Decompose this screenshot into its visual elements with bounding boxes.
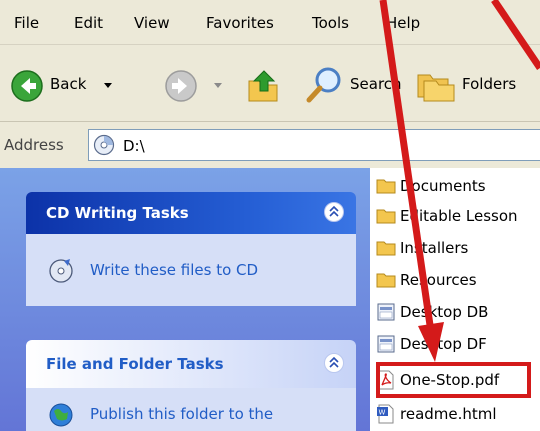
publish-web-icon <box>49 403 73 427</box>
system-file-icon <box>377 303 395 321</box>
address-input[interactable]: D:\ <box>88 129 540 161</box>
search-button[interactable]: Search <box>300 63 402 107</box>
address-value: D:\ <box>123 137 145 155</box>
folders-icon <box>417 74 455 102</box>
file-name: readme.html <box>400 405 497 423</box>
folder-icon <box>376 273 396 288</box>
write-cd-icon <box>49 259 73 283</box>
address-bar: Address D:\ <box>0 122 540 169</box>
file-folder-tasks-body: Publish this folder to the <box>26 388 356 431</box>
toolbar: Back Search Folders <box>0 45 540 122</box>
publish-folder-link[interactable]: Publish this folder to the <box>90 405 273 423</box>
search-label: Search <box>350 75 402 93</box>
folders-button[interactable]: Folders <box>412 63 540 107</box>
back-arrow-icon <box>11 70 43 102</box>
file-folder-tasks-title: File and Folder Tasks <box>46 355 224 373</box>
file-name: Resources <box>400 271 477 289</box>
file-name: Desktop DB <box>400 303 489 321</box>
svg-text:W: W <box>379 409 386 417</box>
cd-drive-icon <box>93 134 115 156</box>
back-button[interactable]: Back <box>4 65 124 105</box>
highlight-box <box>376 362 531 398</box>
file-name: Installers <box>400 239 469 257</box>
menu-file[interactable]: File <box>14 14 39 32</box>
menu-view[interactable]: View <box>134 14 170 32</box>
cd-writing-tasks-title: CD Writing Tasks <box>46 204 189 222</box>
cd-writing-tasks-body: Write these files to CD <box>26 234 356 306</box>
forward-arrow-icon <box>165 70 197 102</box>
file-name: Documents <box>400 177 486 195</box>
folders-label: Folders <box>462 75 517 93</box>
address-label: Address <box>4 136 64 154</box>
menu-edit[interactable]: Edit <box>74 14 103 32</box>
back-label: Back <box>50 75 87 93</box>
menu-favorites[interactable]: Favorites <box>206 14 274 32</box>
collapse-icon[interactable] <box>324 202 344 222</box>
task-pane: CD Writing Tasks Write these files to CD… <box>0 168 370 431</box>
menu-tools[interactable]: Tools <box>312 14 349 32</box>
file-name: Editable Lesson <box>400 207 518 225</box>
menu-bar: File Edit View Favorites Tools Help <box>0 0 540 45</box>
file-folder-tasks-header[interactable]: File and Folder Tasks <box>26 340 356 388</box>
back-dropdown-icon[interactable] <box>104 83 112 88</box>
system-file-icon <box>377 335 395 353</box>
collapse-icon[interactable] <box>324 353 344 373</box>
html-file-icon: W <box>377 404 394 424</box>
search-icon <box>306 67 341 103</box>
folder-icon <box>376 241 396 256</box>
file-name: Desktop DF <box>400 335 487 353</box>
folder-icon <box>376 179 396 194</box>
write-files-to-cd-link[interactable]: Write these files to CD <box>90 261 258 279</box>
forward-button[interactable] <box>160 65 230 105</box>
up-folder-icon[interactable] <box>246 67 282 105</box>
cd-writing-tasks-header[interactable]: CD Writing Tasks <box>26 192 356 234</box>
menu-help[interactable]: Help <box>386 14 420 32</box>
forward-dropdown-icon[interactable] <box>214 83 222 88</box>
folder-icon <box>376 209 396 224</box>
